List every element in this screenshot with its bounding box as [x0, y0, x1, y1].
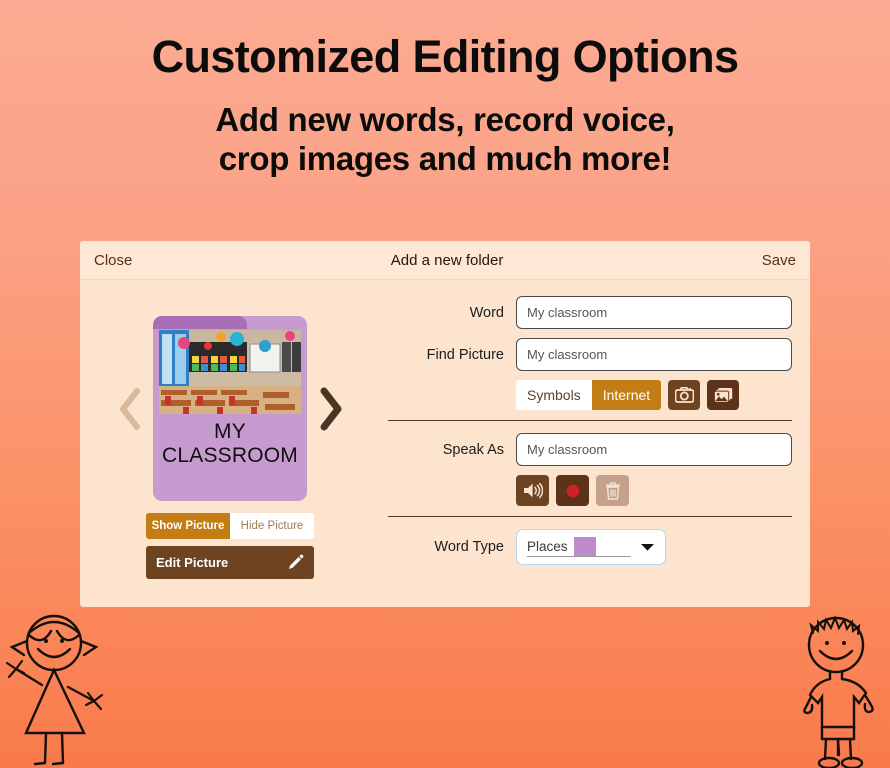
card-label-line-2: CLASSROOM: [162, 444, 298, 468]
dialog-body: MY CLASSROOM Show Picture Hide Picture E…: [80, 280, 810, 607]
folder-tab: [153, 316, 247, 329]
picture-source-controls: Symbols Internet: [516, 380, 792, 410]
classroom-photo-icon: [159, 330, 301, 414]
word-type-label: Word Type: [434, 539, 504, 555]
audio-controls: [516, 475, 792, 506]
folder-card[interactable]: MY CLASSROOM: [153, 316, 307, 501]
card-label: MY CLASSROOM: [153, 420, 307, 469]
word-type-color-swatch: [573, 537, 596, 556]
internet-button[interactable]: Internet: [591, 380, 662, 410]
find-picture-input[interactable]: My classroom: [516, 338, 792, 371]
word-type-dropdown[interactable]: Places: [516, 529, 666, 565]
speaker-icon: [523, 482, 543, 499]
close-button[interactable]: Close: [94, 252, 132, 269]
play-audio-button[interactable]: [516, 475, 549, 506]
word-type-value-wrap: Places: [527, 537, 631, 557]
card-photo: [159, 330, 301, 414]
card-carousel: MY CLASSROOM: [113, 316, 347, 501]
symbols-button[interactable]: Symbols: [516, 380, 592, 410]
picture-visibility-toggle[interactable]: Show Picture Hide Picture: [146, 513, 314, 539]
find-picture-row: Find Picture My classroom: [386, 338, 792, 371]
chevron-down-icon: [641, 544, 654, 551]
word-type-row: Word Type Places: [386, 529, 792, 565]
word-row: Word My classroom: [386, 296, 792, 329]
edit-picture-button[interactable]: Edit Picture: [146, 546, 314, 579]
subtitle-line-2: crop images and much more!: [218, 139, 672, 177]
chevron-right-icon: [320, 387, 342, 430]
subtitle-line-1: Add new words, record voice,: [215, 101, 675, 138]
form-column: Word My classroom Find Picture My classr…: [380, 280, 810, 607]
card-label-line-1: MY: [214, 420, 246, 443]
word-label: Word: [469, 304, 504, 321]
find-picture-label: Find Picture: [426, 346, 504, 363]
gallery-button[interactable]: [707, 380, 740, 410]
speak-as-row: Speak As My classroom: [386, 433, 792, 466]
hide-picture-button[interactable]: Hide Picture: [230, 513, 314, 539]
add-folder-dialog: Close Add a new folder Save MY CLASSROOM…: [80, 241, 810, 607]
preview-column: MY CLASSROOM Show Picture Hide Picture E…: [80, 280, 380, 607]
record-icon: [566, 484, 579, 497]
gallery-icon: [713, 388, 732, 403]
edit-picture-label: Edit Picture: [156, 555, 229, 570]
headline-block: Customized Editing Options Add new words…: [0, 34, 890, 179]
divider-top: [388, 420, 792, 421]
delete-recording-button[interactable]: [596, 475, 629, 506]
word-input[interactable]: My classroom: [516, 296, 792, 329]
speak-as-input[interactable]: My classroom: [516, 433, 792, 466]
chevron-left-icon: [120, 387, 140, 430]
camera-button[interactable]: [668, 380, 701, 410]
page-title: Customized Editing Options: [151, 31, 739, 82]
camera-icon: [674, 387, 694, 403]
page-subtitle: Add new words, record voice, crop images…: [0, 79, 890, 179]
word-type-value: Places: [527, 539, 568, 554]
show-picture-button[interactable]: Show Picture: [146, 513, 230, 539]
divider-bottom: [388, 516, 792, 517]
prev-arrow-button[interactable]: [113, 386, 147, 432]
record-button[interactable]: [556, 475, 589, 506]
stick-figure-girl: [5, 614, 104, 766]
picture-source-toggle[interactable]: Symbols Internet: [516, 380, 662, 410]
save-button[interactable]: Save: [762, 252, 796, 269]
stick-figure-boy: [803, 615, 874, 768]
trash-icon: [605, 481, 620, 500]
dialog-header: Close Add a new folder Save: [80, 241, 810, 280]
dialog-title: Add a new folder: [390, 251, 504, 269]
pencil-icon: [289, 554, 304, 569]
speak-as-label: Speak As: [442, 441, 504, 458]
next-arrow-button[interactable]: [313, 386, 347, 432]
